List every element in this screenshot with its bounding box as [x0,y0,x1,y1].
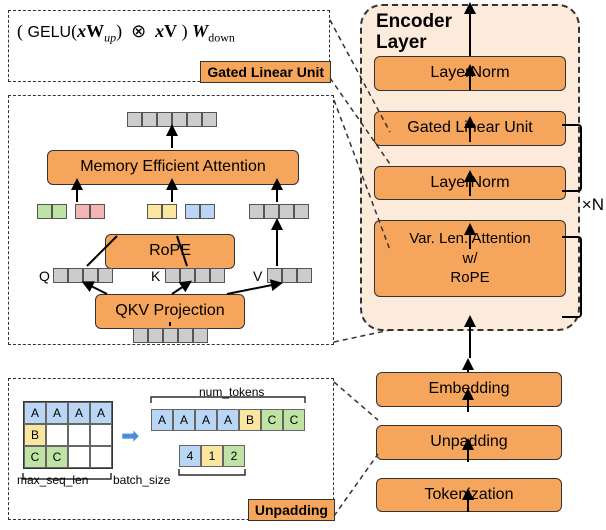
unpadding-badge: Unpadding [248,499,335,521]
k-groups [147,204,177,219]
residual-line-upper [562,124,582,192]
encoder-title: Encoder Layer [376,12,452,54]
repeat-n-label: ×N [582,195,604,215]
glu-detail-box: ( GELU(xWup) ⊗ xV ) Wdown Gated Linear U… [8,10,330,82]
arrow-right-icon: ➡ [121,423,139,449]
lengths-row: 412 [179,445,245,467]
k-groups2 [185,204,215,219]
v-tokens [249,204,309,219]
q-groups2 [75,204,105,219]
qkv-input-tokens [133,328,208,343]
layernorm-top: LayerNorm [374,56,566,91]
gated-linear-unit-block: Gated Linear Unit [374,111,566,146]
qkv-projection: QKV Projection [95,294,245,329]
glu-formula: ( GELU(xWup) ⊗ xV ) Wdown [17,21,321,46]
rope-block: RoPE [105,234,235,269]
embedding-block: Embedding [376,372,562,407]
max-seq-len-label: max_seq_len [17,473,88,487]
num-tokens-label: num_tokens [199,385,264,399]
unpadding-block: Unpadding [376,425,562,460]
residual-line-lower [562,236,582,318]
attn-output-tokens [127,112,217,127]
encoder-column: Encoder Layer LayerNorm Gated Linear Uni… [360,4,580,331]
tokenization-block: Tokenization [376,478,562,513]
encoder-layer-box: Encoder Layer LayerNorm Gated Linear Uni… [360,4,580,331]
flat-tokens-row: AAAABCC [151,409,305,431]
var-len-attention-block: Var. Len. Attention w/ RoPE [374,220,566,297]
k-label: K [151,268,160,284]
v-label: V [253,268,262,284]
q-label: Q [39,268,50,284]
attention-detail-box: Memory Efficient Attention RoPE Q K V [8,95,334,345]
v-tokens2 [267,268,312,283]
unpadding-detail-box: AAAA B CC max_seq_len batch_size ➡ num_t… [8,378,334,520]
q-tokens [53,268,113,283]
batch-size-label: batch_size [113,473,170,487]
glu-badge: Gated Linear Unit [200,61,331,83]
memory-efficient-attention: Memory Efficient Attention [47,150,299,185]
q-groups [37,204,67,219]
layernorm-bottom: LayerNorm [374,166,566,201]
pre-encoder-stack: Embedding Unpadding Tokenization [376,372,562,530]
padded-grid: AAAA B CC [23,401,113,469]
gelu-fn: GELU [28,24,72,41]
k-tokens [165,268,225,283]
otimes-icon: ⊗ [131,21,146,41]
